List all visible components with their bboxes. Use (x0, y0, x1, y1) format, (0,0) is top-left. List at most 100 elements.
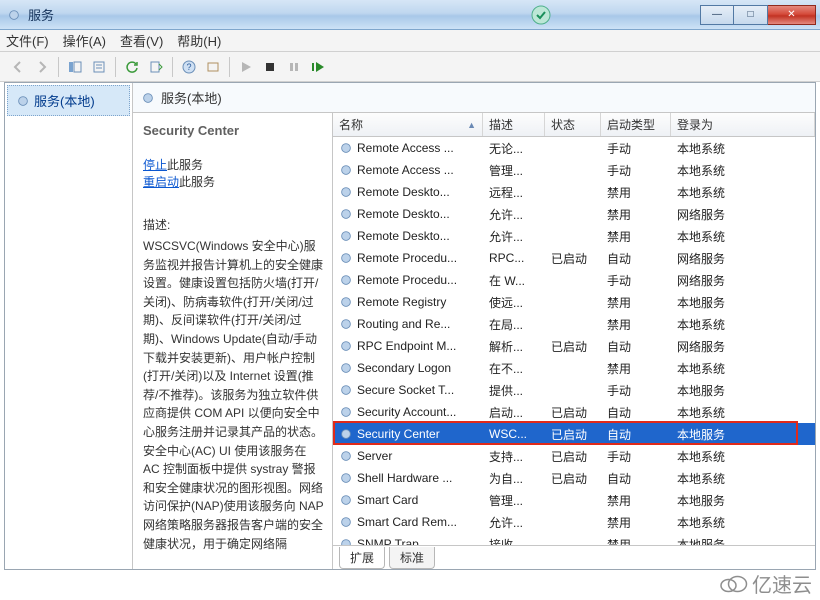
gear-icon (339, 317, 353, 331)
tree-pane: 服务(本地) (5, 83, 133, 569)
service-row[interactable]: Secondary Logon在不...禁用本地系统 (333, 357, 815, 379)
cell-start: 禁用 (601, 294, 671, 311)
service-row[interactable]: Remote Registry使远...禁用本地服务 (333, 291, 815, 313)
service-row[interactable]: Security Account...启动...已启动自动本地系统 (333, 401, 815, 423)
tab-standard[interactable]: 标准 (389, 547, 435, 569)
menu-file[interactable]: 文件(F) (6, 31, 49, 50)
cell-start: 自动 (601, 404, 671, 421)
column-header-desc[interactable]: 描述 (483, 113, 545, 136)
refresh-button[interactable] (120, 55, 144, 79)
menu-action[interactable]: 操作(A) (63, 31, 106, 50)
service-row[interactable]: Server支持...已启动手动本地系统 (333, 445, 815, 467)
cell-start: 禁用 (601, 184, 671, 201)
service-row[interactable]: Remote Procedu...RPC...已启动自动网络服务 (333, 247, 815, 269)
cell-name: Remote Procedu... (357, 273, 457, 287)
service-row[interactable]: Remote Deskto...允许...禁用本地系统 (333, 225, 815, 247)
cell-name: Smart Card Rem... (357, 515, 457, 529)
cell-start: 手动 (601, 140, 671, 157)
window-titlebar: 服务 — □ ✕ (0, 0, 820, 30)
stop-service-button[interactable] (258, 55, 282, 79)
column-header-name[interactable]: 名称▲ (333, 113, 483, 136)
export-list-button[interactable] (144, 55, 168, 79)
cell-logon: 本地系统 (671, 316, 815, 333)
gear-icon (339, 229, 353, 243)
cell-desc: 允许... (483, 206, 545, 223)
properties-button[interactable] (87, 55, 111, 79)
cell-start: 手动 (601, 448, 671, 465)
cell-desc: RPC... (483, 251, 545, 265)
service-row[interactable]: Security CenterWSC...已启动自动本地服务 (333, 423, 815, 445)
service-row[interactable]: RPC Endpoint M...解析...已启动自动网络服务 (333, 335, 815, 357)
service-row[interactable]: Remote Access ...管理...手动本地系统 (333, 159, 815, 181)
cell-state: 已启动 (545, 338, 601, 355)
gear-icon (339, 141, 353, 155)
watermark-text: 亿速云 (752, 569, 812, 598)
list-header: 名称▲ 描述 状态 启动类型 登录为 (333, 113, 815, 137)
description-label: 描述: (143, 216, 324, 233)
pause-service-button[interactable] (282, 55, 306, 79)
column-header-start[interactable]: 启动类型 (601, 113, 671, 136)
toolbar-extra-icon[interactable] (201, 55, 225, 79)
service-row[interactable]: Remote Deskto...允许...禁用网络服务 (333, 203, 815, 225)
cell-logon: 本地系统 (671, 514, 815, 531)
service-row[interactable]: Routing and Re...在局...禁用本地系统 (333, 313, 815, 335)
column-header-state[interactable]: 状态 (545, 113, 601, 136)
watermark: 亿速云 (718, 569, 812, 598)
nav-back-button[interactable] (6, 55, 30, 79)
cell-desc: 在局... (483, 316, 545, 333)
menu-help[interactable]: 帮助(H) (177, 31, 221, 50)
cell-start: 自动 (601, 470, 671, 487)
sort-ascending-icon: ▲ (467, 120, 476, 130)
gear-icon (339, 185, 353, 199)
restart-service-link[interactable]: 重启动 (143, 175, 179, 189)
gear-icon (339, 493, 353, 507)
cell-logon: 本地系统 (671, 228, 815, 245)
cell-start: 禁用 (601, 206, 671, 223)
show-hide-tree-button[interactable] (63, 55, 87, 79)
gear-icon (339, 515, 353, 529)
cell-desc: 为自... (483, 470, 545, 487)
cell-name: Server (357, 449, 392, 463)
cell-desc: 管理... (483, 492, 545, 509)
service-row[interactable]: Shell Hardware ...为自...已启动自动本地系统 (333, 467, 815, 489)
bottom-tabs: 扩展 标准 (333, 545, 815, 569)
gear-icon (339, 405, 353, 419)
cell-state: 已启动 (545, 426, 601, 443)
service-row[interactable]: Smart Card管理...禁用本地服务 (333, 489, 815, 511)
start-service-button[interactable] (234, 55, 258, 79)
nav-forward-button[interactable] (30, 55, 54, 79)
cell-desc: 解析... (483, 338, 545, 355)
gear-icon (339, 449, 353, 463)
maximize-button[interactable]: □ (734, 5, 768, 25)
help-button[interactable]: ? (177, 55, 201, 79)
cell-state: 已启动 (545, 250, 601, 267)
minimize-button[interactable]: — (700, 5, 734, 25)
service-details-pane: Security Center 停止此服务 重启动此服务 描述: WSCSVC(… (133, 113, 333, 569)
tab-extended[interactable]: 扩展 (339, 547, 385, 569)
cell-logon: 本地系统 (671, 360, 815, 377)
cell-desc: 在不... (483, 360, 545, 377)
right-pane: 服务(本地) Security Center 停止此服务 重启动此服务 描述: … (133, 83, 815, 569)
cell-logon: 本地系统 (671, 162, 815, 179)
service-row[interactable]: Remote Procedu...在 W...手动网络服务 (333, 269, 815, 291)
service-row[interactable]: Smart Card Rem...允许...禁用本地系统 (333, 511, 815, 533)
selected-service-name: Security Center (143, 123, 324, 138)
service-row[interactable]: Remote Access ...无论...手动本地系统 (333, 137, 815, 159)
restart-service-button[interactable] (306, 55, 330, 79)
cell-desc: 管理... (483, 162, 545, 179)
cell-state: 已启动 (545, 404, 601, 421)
stop-service-link[interactable]: 停止 (143, 158, 167, 172)
description-text: WSCSVC(Windows 安全中心)服务监视并报告计算机上的安全健康设置。健… (143, 237, 324, 553)
service-row[interactable]: Secure Socket T...提供...手动本地服务 (333, 379, 815, 401)
list-scroll-area[interactable]: Remote Access ...无论...手动本地系统Remote Acces… (333, 137, 815, 569)
close-button[interactable]: ✕ (768, 5, 816, 25)
cell-logon: 本地系统 (671, 140, 815, 157)
cell-logon: 本地服务 (671, 294, 815, 311)
tree-root-services-local[interactable]: 服务(本地) (7, 85, 130, 116)
gear-icon (339, 427, 353, 441)
service-row[interactable]: Remote Deskto...远程...禁用本地系统 (333, 181, 815, 203)
column-header-logon[interactable]: 登录为 (671, 113, 815, 136)
menu-view[interactable]: 查看(V) (120, 31, 163, 50)
stop-tail: 此服务 (167, 158, 203, 172)
cell-logon: 本地服务 (671, 382, 815, 399)
